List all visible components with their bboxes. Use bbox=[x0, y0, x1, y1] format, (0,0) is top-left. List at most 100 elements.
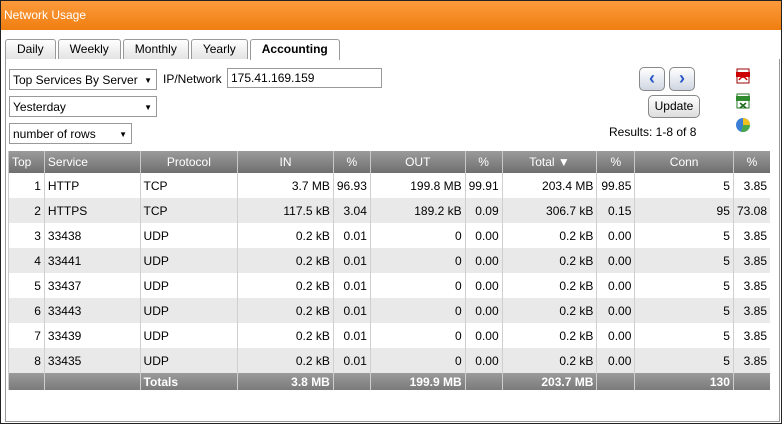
table-row[interactable]: 6 33443 UDP 0.2 kB 0.01 0 0.00 0.2 kB 0.00 5 3.85 bbox=[8, 298, 770, 323]
col-header-in[interactable]: IN bbox=[237, 151, 334, 173]
cell-out: 0 bbox=[369, 248, 466, 273]
col-header-conn[interactable]: Conn bbox=[634, 151, 734, 173]
cell-service: 33438 bbox=[43, 223, 141, 248]
totals-cell bbox=[732, 373, 770, 390]
cell-out-pct: 0.00 bbox=[464, 323, 503, 348]
cell-service: 33435 bbox=[43, 348, 141, 373]
cell-out-pct: 0.00 bbox=[464, 248, 503, 273]
cell-conn: 5 bbox=[634, 248, 734, 273]
report-select[interactable]: Top Services By Server ▼ bbox=[9, 69, 157, 90]
table-row[interactable]: 8 33435 UDP 0.2 kB 0.01 0 0.00 0.2 kB 0.00 5 3.85 bbox=[8, 348, 770, 373]
cell-total-pct: 0.00 bbox=[596, 248, 635, 273]
ip-network-input[interactable]: 175.41.169.159 bbox=[227, 68, 382, 88]
totals-cell bbox=[464, 373, 503, 390]
next-page-button[interactable]: › bbox=[669, 67, 695, 91]
cell-in: 0.2 kB bbox=[237, 273, 334, 298]
cell-conn: 5 bbox=[634, 298, 734, 323]
table-row[interactable]: 5 33437 UDP 0.2 kB 0.01 0 0.00 0.2 kB 0.00 5 3.85 bbox=[8, 273, 770, 298]
cell-service: 33439 bbox=[43, 323, 141, 348]
cell-in-pct: 96.93 bbox=[332, 173, 371, 198]
cell-total-pct: 0.15 bbox=[596, 198, 635, 223]
cell-total-pct: 99.85 bbox=[596, 173, 635, 198]
sort-desc-icon: ▼ bbox=[557, 155, 570, 169]
table-row[interactable]: 4 33441 UDP 0.2 kB 0.01 0 0.00 0.2 kB 0.00 5 3.85 bbox=[8, 248, 770, 273]
cell-total-pct: 0.00 bbox=[596, 348, 635, 373]
tab-yearly[interactable]: Yearly bbox=[190, 39, 248, 59]
col-header-out[interactable]: OUT bbox=[369, 151, 466, 173]
cell-out-pct: 0.09 bbox=[464, 198, 503, 223]
accounting-table: Top Service Protocol IN % OUT % Total ▼ … bbox=[8, 151, 770, 390]
pdf-icon[interactable] bbox=[735, 68, 751, 84]
period-select-value: Yesterday bbox=[13, 100, 66, 114]
cell-conn-pct: 3.85 bbox=[732, 273, 770, 298]
col-header-in-pct[interactable]: % bbox=[332, 151, 371, 173]
xls-icon[interactable] bbox=[735, 93, 751, 109]
table-header-row: Top Service Protocol IN % OUT % Total ▼ … bbox=[8, 151, 770, 173]
rows-select-value: number of rows bbox=[13, 127, 96, 141]
arrow-left-icon: ‹ bbox=[649, 68, 655, 88]
cell-total: 0.2 kB bbox=[501, 273, 597, 298]
cell-total-pct: 0.00 bbox=[596, 323, 635, 348]
tab-monthly[interactable]: Monthly bbox=[122, 39, 189, 59]
totals-cell bbox=[332, 373, 371, 390]
tab-weekly[interactable]: Weekly bbox=[57, 39, 121, 59]
totals-row: Totals 3.8 MB 199.9 MB 203.7 MB 130 bbox=[8, 373, 770, 390]
report-select-value: Top Services By Server bbox=[13, 73, 138, 87]
cell-protocol: UDP bbox=[139, 348, 238, 373]
cell-conn: 5 bbox=[634, 223, 734, 248]
cell-out-pct: 0.00 bbox=[464, 273, 503, 298]
totals-cell bbox=[43, 373, 141, 390]
col-header-protocol[interactable]: Protocol bbox=[139, 151, 238, 173]
col-header-conn-pct[interactable]: % bbox=[732, 151, 770, 173]
arrow-right-icon: › bbox=[679, 68, 685, 88]
cell-conn-pct: 3.85 bbox=[732, 323, 770, 348]
totals-label: Totals bbox=[139, 373, 238, 390]
cell-conn: 5 bbox=[634, 173, 734, 198]
cell-service: 33443 bbox=[43, 298, 141, 323]
cell-top: 4 bbox=[8, 248, 45, 273]
col-header-service[interactable]: Service bbox=[43, 151, 141, 173]
cell-protocol: TCP bbox=[139, 173, 238, 198]
ip-network-label: IP/Network bbox=[163, 72, 222, 86]
totals-total: 203.7 MB bbox=[501, 373, 597, 390]
cell-out-pct: 0.00 bbox=[464, 348, 503, 373]
totals-conn: 130 bbox=[634, 373, 734, 390]
pie-chart-icon[interactable] bbox=[735, 117, 751, 133]
col-header-out-pct[interactable]: % bbox=[464, 151, 503, 173]
cell-out: 0 bbox=[369, 273, 466, 298]
cell-in-pct: 3.04 bbox=[332, 198, 371, 223]
table-row[interactable]: 7 33439 UDP 0.2 kB 0.01 0 0.00 0.2 kB 0.00 5 3.85 bbox=[8, 323, 770, 348]
table-row[interactable]: 1 HTTP TCP 3.7 MB 96.93 199.8 MB 99.91 203.4 MB… bbox=[8, 173, 770, 198]
update-button[interactable]: Update bbox=[648, 95, 700, 118]
rows-select[interactable]: number of rows ▼ bbox=[9, 123, 132, 144]
tab-bar: Daily Weekly Monthly Yearly Accounting bbox=[5, 39, 342, 60]
tab-accounting[interactable]: Accounting bbox=[249, 39, 340, 60]
tab-daily[interactable]: Daily bbox=[5, 39, 56, 59]
cell-out: 0 bbox=[369, 298, 466, 323]
cell-total-pct: 0.00 bbox=[596, 298, 635, 323]
cell-total: 203.4 MB bbox=[501, 173, 597, 198]
col-header-total-pct[interactable]: % bbox=[596, 151, 635, 173]
totals-in: 3.8 MB bbox=[237, 373, 334, 390]
prev-page-button[interactable]: ‹ bbox=[639, 67, 665, 91]
cell-in: 0.2 kB bbox=[237, 223, 334, 248]
cell-in-pct: 0.01 bbox=[332, 298, 371, 323]
table-row[interactable]: 3 33438 UDP 0.2 kB 0.01 0 0.00 0.2 kB 0.00 5 3.85 bbox=[8, 223, 770, 248]
cell-conn: 95 bbox=[634, 198, 734, 223]
col-header-total[interactable]: Total ▼ bbox=[501, 151, 597, 173]
cell-out: 199.8 MB bbox=[369, 173, 466, 198]
table-row[interactable]: 2 HTTPS TCP 117.5 kB 3.04 189.2 kB 0.09 306.7 k… bbox=[8, 198, 770, 223]
cell-conn-pct: 3.85 bbox=[732, 173, 770, 198]
cell-conn: 5 bbox=[634, 273, 734, 298]
col-header-top[interactable]: Top bbox=[8, 151, 45, 173]
cell-conn-pct: 3.85 bbox=[732, 348, 770, 373]
totals-cell bbox=[596, 373, 635, 390]
period-select[interactable]: Yesterday ▼ bbox=[9, 96, 157, 117]
cell-total-pct: 0.00 bbox=[596, 223, 635, 248]
cell-conn-pct: 73.08 bbox=[732, 198, 770, 223]
cell-service: HTTPS bbox=[43, 198, 141, 223]
cell-out: 0 bbox=[369, 348, 466, 373]
cell-out-pct: 0.00 bbox=[464, 223, 503, 248]
cell-in-pct: 0.01 bbox=[332, 348, 371, 373]
cell-in: 0.2 kB bbox=[237, 348, 334, 373]
